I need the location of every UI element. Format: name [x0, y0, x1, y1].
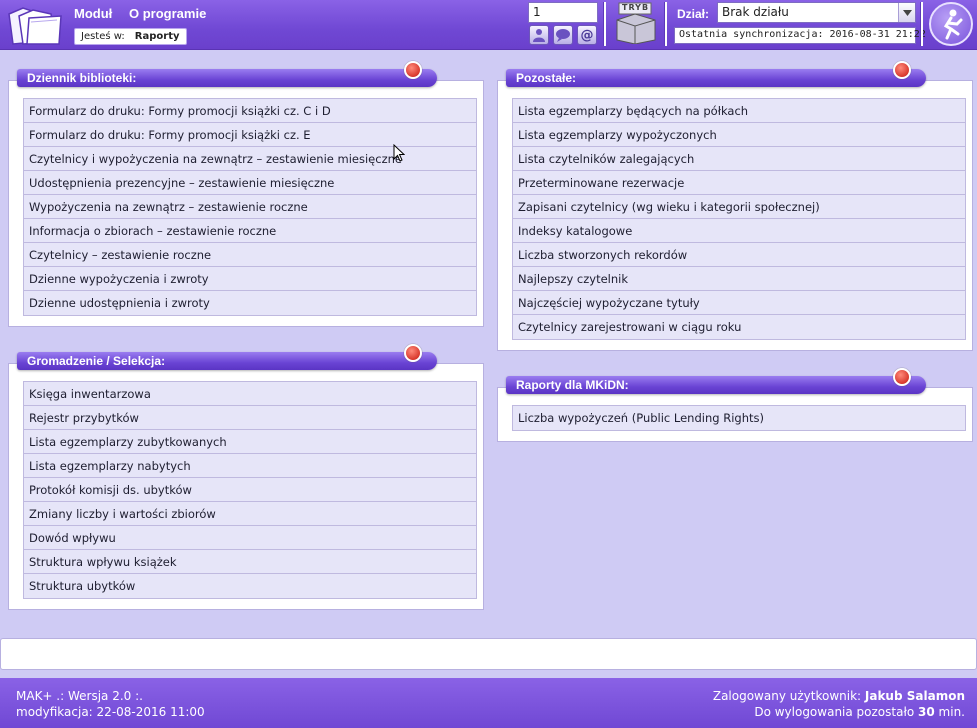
header-divider: [920, 2, 923, 46]
panel-title-gromadzenie: Gromadzenie / Selekcja:: [17, 352, 437, 370]
collapse-up-icon[interactable]: [404, 61, 422, 79]
logged-user-name: Jakub Salamon: [864, 689, 965, 703]
modified-date: modyfikacja: 22-08-2016 11:00: [16, 705, 205, 719]
dzial-label: Dział:: [677, 7, 710, 21]
session-timeout-label: Do wylogowania pozostało: [754, 705, 919, 719]
collapse-up-icon[interactable]: [404, 344, 422, 362]
list-item[interactable]: Formularz do druku: Formy promocji książ…: [24, 99, 476, 123]
list-item[interactable]: Lista czytelników zalegających: [513, 147, 965, 171]
list-item[interactable]: Czytelnicy zarejestrowani w ciągu roku: [513, 315, 965, 339]
list-item[interactable]: Udostępnienia prezencyjne – zestawienie …: [24, 171, 476, 195]
at-icon: @: [580, 27, 594, 43]
tryb-button[interactable]: TRYB: [613, 2, 658, 45]
list-item[interactable]: Protokół komisji ds. ubytków: [24, 478, 476, 502]
logged-user-label: Zalogowany użytkownik:: [712, 689, 865, 703]
list-mkidn: Liczba wypożyczeń (Public Lending Rights…: [512, 405, 966, 431]
exit-runner-icon: [943, 9, 963, 40]
user-icon: [533, 29, 545, 42]
list-item[interactable]: Zmiany liczby i wartości zbiorów: [24, 502, 476, 526]
header-divider: [664, 2, 667, 46]
dzial-select[interactable]: Brak działu: [717, 2, 916, 23]
list-item[interactable]: Struktura wpływu książek: [24, 550, 476, 574]
list-item[interactable]: Liczba wypożyczeń (Public Lending Rights…: [513, 406, 965, 430]
list-item[interactable]: Rejestr przybytków: [24, 406, 476, 430]
session-timeout-minutes: 30: [918, 705, 935, 719]
header-divider: [603, 2, 606, 46]
panel-title-pozostale: Pozostałe:: [506, 69, 926, 87]
sync-status: Ostatnia synchronizacja: 2016-08-31 21:2…: [674, 27, 926, 44]
list-item[interactable]: Czytelnicy – zestawienie roczne: [24, 243, 476, 267]
chat-button[interactable]: [553, 25, 573, 45]
session-timeout: Do wylogowania pozostało 30 min.: [713, 704, 965, 720]
list-item[interactable]: Najczęściej wypożyczane tytuły: [513, 291, 965, 315]
list-item[interactable]: Zapisani czytelnicy (wg wieku i kategori…: [513, 195, 965, 219]
list-item[interactable]: Przeterminowane rezerwacje: [513, 171, 965, 195]
session-timeout-unit: min.: [934, 705, 965, 719]
list-item[interactable]: Dowód wpływu: [24, 526, 476, 550]
list-item[interactable]: Dzienne udostępnienia i zwroty: [24, 291, 476, 315]
list-item[interactable]: Najlepszy czytelnik: [513, 267, 965, 291]
breadcrumb-label: Jesteś w:: [81, 31, 125, 42]
list-item[interactable]: Lista egzemplarzy zubytkowanych: [24, 430, 476, 454]
dzial-value: Brak działu: [722, 5, 789, 19]
footer-version: MAK+ .: Wersja 2.0 :. modyfikacja: 22-08…: [16, 688, 205, 720]
menu-modul[interactable]: Moduł: [74, 6, 112, 21]
number-input[interactable]: 1: [528, 2, 598, 23]
footer-session: Zalogowany użytkownik: Jakub Salamon Do …: [713, 688, 965, 720]
chat-icon: [556, 29, 570, 42]
chevron-down-icon: [898, 3, 915, 22]
user-button[interactable]: [529, 25, 549, 45]
list-item[interactable]: Indeksy katalogowe: [513, 219, 965, 243]
folders-logo-icon: [8, 7, 62, 45]
panel-title-dziennik: Dziennik biblioteki:: [17, 69, 437, 87]
list-item[interactable]: Liczba stworzonych rekordów: [513, 243, 965, 267]
logout-button[interactable]: [929, 2, 973, 46]
list-dziennik: Formularz do druku: Formy promocji książ…: [23, 98, 477, 316]
list-item[interactable]: Księga inwentarzowa: [24, 382, 476, 406]
tryb-label: TRYB: [622, 3, 650, 12]
list-item[interactable]: Lista egzemplarzy będących na półkach: [513, 99, 965, 123]
app-version: MAK+ .: Wersja 2.0 :.: [16, 689, 143, 703]
top-bar: Moduł O programie Jesteś w: Raporty 1 @ …: [0, 0, 977, 50]
list-gromadzenie: Księga inwentarzowa Rejestr przybytków L…: [23, 381, 477, 599]
list-item[interactable]: Formularz do druku: Formy promocji książ…: [24, 123, 476, 147]
list-item[interactable]: Lista egzemplarzy nabytych: [24, 454, 476, 478]
breadcrumb-value: Raporty: [134, 31, 180, 42]
mouse-cursor-icon: [393, 144, 405, 162]
list-item[interactable]: Lista egzemplarzy wypożyczonych: [513, 123, 965, 147]
list-pozostale: Lista egzemplarzy będących na półkach Li…: [512, 98, 966, 340]
list-item[interactable]: Wypożyczenia na zewnątrz – zestawienie r…: [24, 195, 476, 219]
list-item[interactable]: Dzienne wypożyczenia i zwroty: [24, 267, 476, 291]
footer: MAK+ .: Wersja 2.0 :. modyfikacja: 22-08…: [0, 678, 977, 728]
status-bar: [0, 638, 977, 670]
collapse-up-icon[interactable]: [893, 61, 911, 79]
panel-title-mkidn: Raporty dla MKiDN:: [506, 376, 926, 394]
logged-user: Zalogowany użytkownik: Jakub Salamon: [713, 688, 965, 704]
list-item[interactable]: Informacja o zbiorach – zestawienie rocz…: [24, 219, 476, 243]
breadcrumb: Jesteś w: Raporty: [74, 28, 187, 45]
collapse-up-icon[interactable]: [893, 368, 911, 386]
list-item[interactable]: Czytelnicy i wypożyczenia na zewnątrz – …: [24, 147, 476, 171]
list-item[interactable]: Struktura ubytków: [24, 574, 476, 598]
menu-o-programie[interactable]: O programie: [129, 6, 206, 21]
email-button[interactable]: @: [577, 25, 597, 45]
